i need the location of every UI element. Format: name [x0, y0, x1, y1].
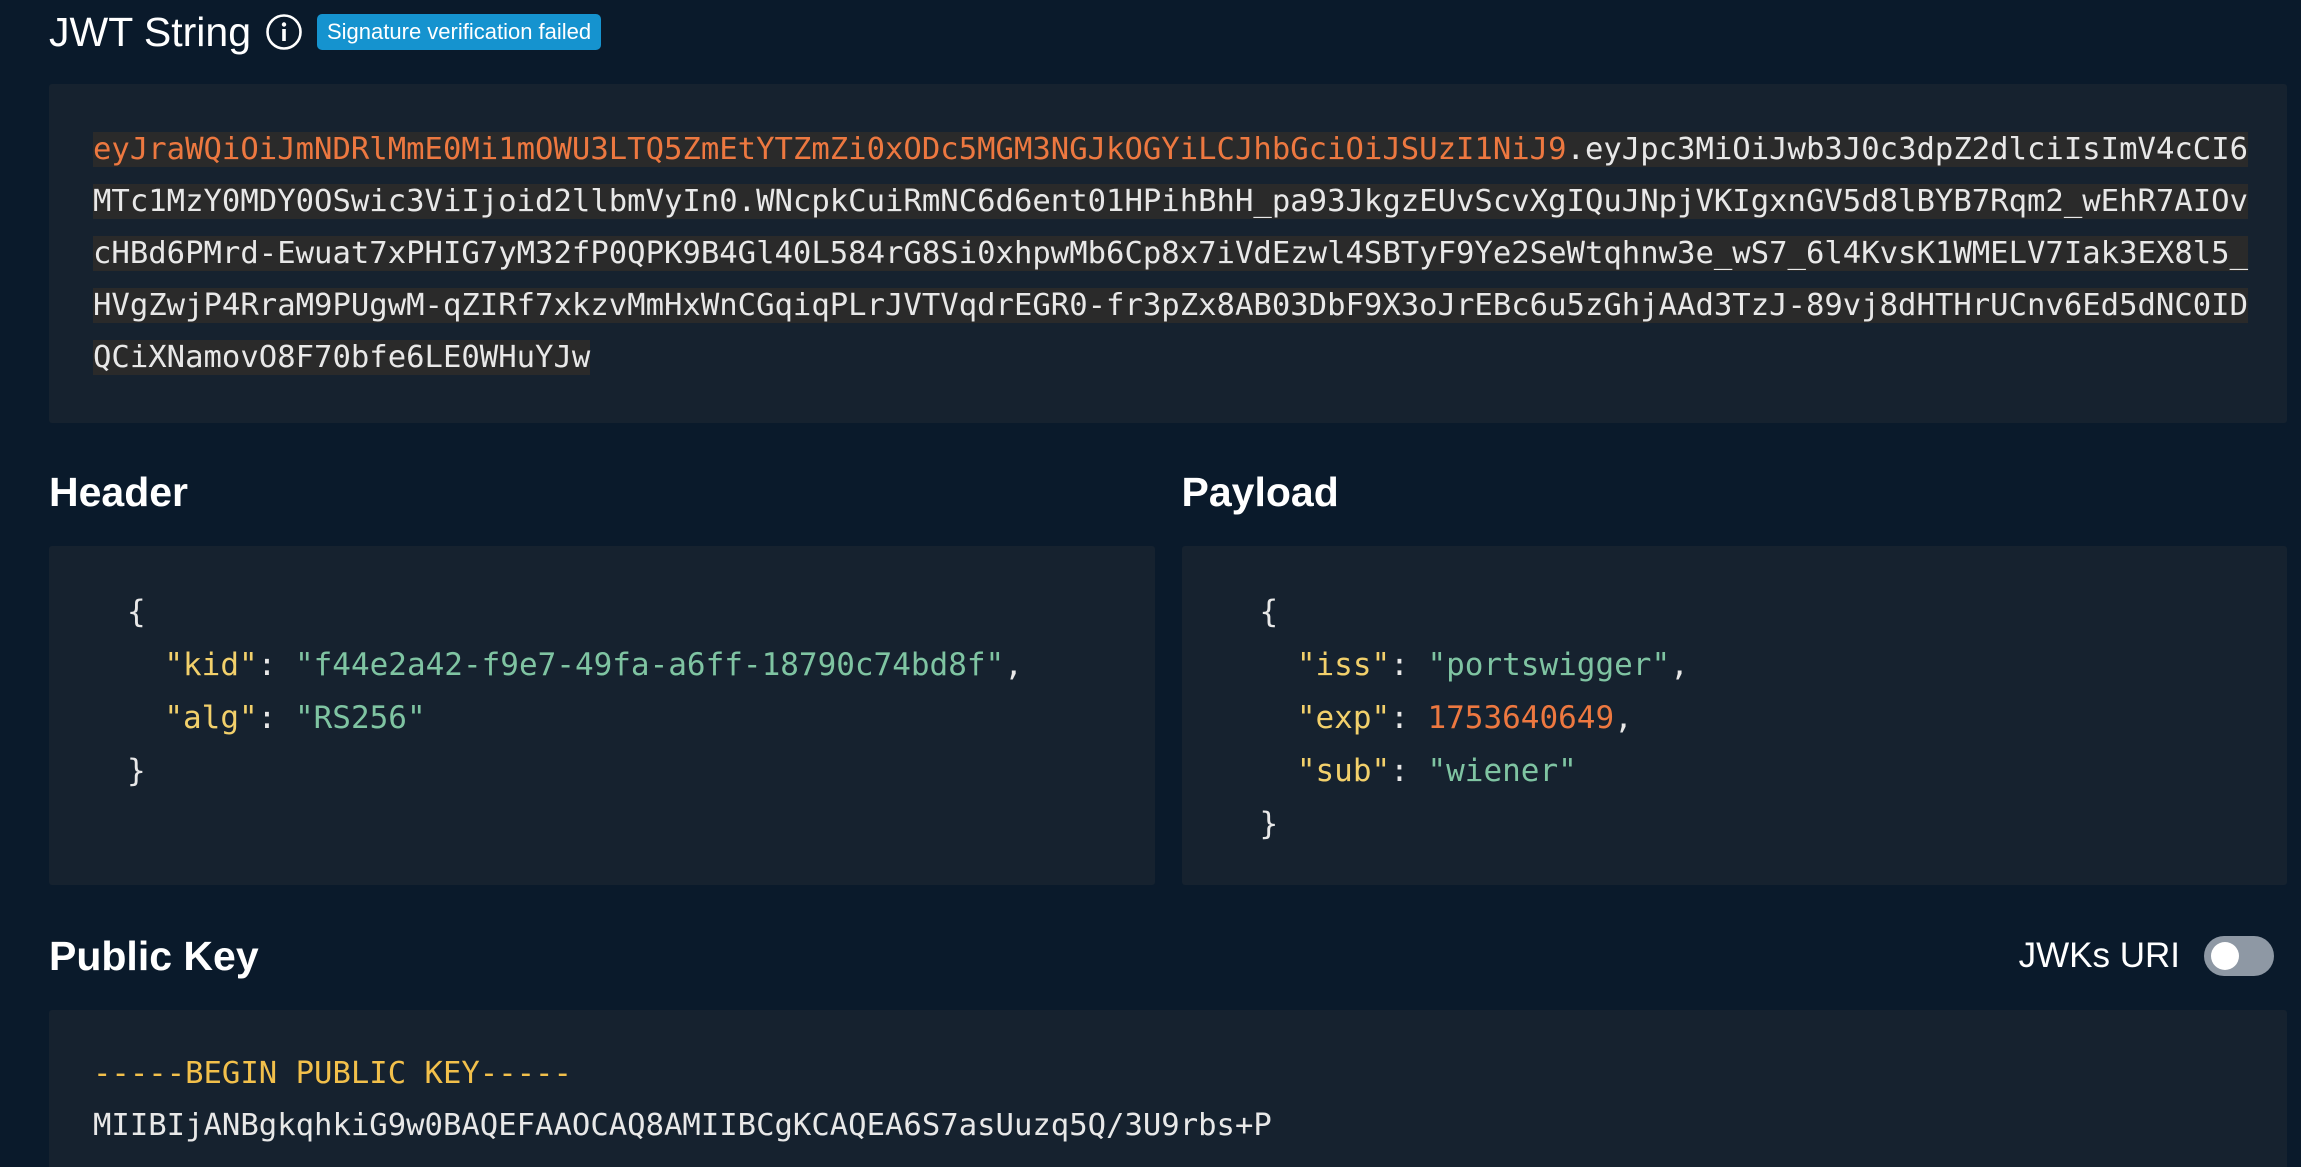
info-icon[interactable]: [265, 13, 303, 51]
jwt-token-header-part: eyJraWQiOiJmNDRlMmE0Mi1mOWU3LTQ5ZmEtYTZm…: [93, 132, 1567, 167]
jwt-token-payload-signature-part: eyJpc3MiOiJwb3J0c3dpZ2dlciIsImV4cCI6MTc1…: [93, 132, 2249, 375]
json-value: 1753640649: [1427, 700, 1615, 736]
payload-entry-iss: "iss": "portswigger",: [1296, 647, 1689, 683]
header-column: Header { "kid": "f44e2a42-f9e7-49fa-a6ff…: [49, 469, 1155, 885]
json-key: "alg": [164, 700, 258, 736]
jwt-string-editor[interactable]: eyJraWQiOiJmNDRlMmE0Mi1mOWU3LTQ5ZmEtYTZm…: [49, 84, 2287, 423]
jwks-uri-toggle[interactable]: [2204, 936, 2274, 976]
payload-close-brace: }: [1259, 806, 1279, 842]
signature-status-badge: Signature verification failed: [317, 14, 602, 50]
json-comma: ,: [1004, 647, 1023, 683]
json-key: "exp": [1296, 700, 1391, 736]
json-comma: ,: [1614, 700, 1633, 736]
public-key-header: Public Key JWKs URI: [49, 933, 2287, 979]
json-value: "RS256": [294, 700, 426, 736]
public-key-editor[interactable]: -----BEGIN PUBLIC KEY----- MIIBIjANBgkqh…: [49, 1010, 2287, 1167]
decoded-sections: Header { "kid": "f44e2a42-f9e7-49fa-a6ff…: [49, 469, 2287, 885]
jwt-string-title: JWT String: [49, 8, 251, 55]
payload-json-editor[interactable]: { "iss": "portswigger", "exp": 175364064…: [1181, 546, 2287, 885]
header-entry-alg: "alg": "RS256": [164, 700, 426, 736]
json-value: "wiener": [1427, 753, 1577, 789]
payload-column: Payload { "iss": "portswigger", "exp": 1…: [1181, 469, 2287, 885]
header-title: Header: [49, 469, 189, 515]
header-json-editor[interactable]: { "kid": "f44e2a42-f9e7-49fa-a6ff-18790c…: [49, 546, 1155, 885]
json-value: "f44e2a42-f9e7-49fa-a6ff-18790c74bd8f": [294, 647, 1005, 683]
payload-open-brace: {: [1259, 594, 1279, 630]
jwks-uri-control: JWKs URI: [2019, 936, 2287, 976]
payload-entry-exp: "exp": 1753640649,: [1296, 700, 1633, 736]
public-key-line: MIIBIjANBgkqhkiG9w0BAQEFAAOCAQ8AMIIBCgKC…: [93, 1108, 1272, 1143]
jwt-string-header: JWT String Signature verification failed: [49, 0, 2287, 64]
public-key-begin-line: -----BEGIN PUBLIC KEY-----: [93, 1056, 572, 1091]
jwt-debugger-page: JWT String Signature verification failed…: [0, 0, 2301, 1167]
jwt-token-text[interactable]: eyJraWQiOiJmNDRlMmE0Mi1mOWU3LTQ5ZmEtYTZm…: [93, 124, 2264, 384]
payload-title: Payload: [1181, 469, 1339, 515]
json-comma: ,: [1670, 647, 1689, 683]
json-key: "kid": [164, 647, 258, 683]
public-key-title: Public Key: [49, 933, 259, 979]
json-key: "sub": [1296, 753, 1391, 789]
payload-entry-sub: "sub": "wiener": [1296, 753, 1577, 789]
toggle-knob: [2211, 942, 2239, 970]
json-key: "iss": [1296, 647, 1391, 683]
header-entry-kid: "kid": "f44e2a42-f9e7-49fa-a6ff-18790c74…: [164, 647, 1023, 683]
jwks-uri-label: JWKs URI: [2018, 936, 2180, 975]
header-open-brace: {: [127, 594, 146, 630]
json-value: "portswigger": [1427, 647, 1671, 683]
jwt-token-separator: .: [1566, 132, 1585, 167]
header-close-brace: }: [127, 753, 146, 789]
